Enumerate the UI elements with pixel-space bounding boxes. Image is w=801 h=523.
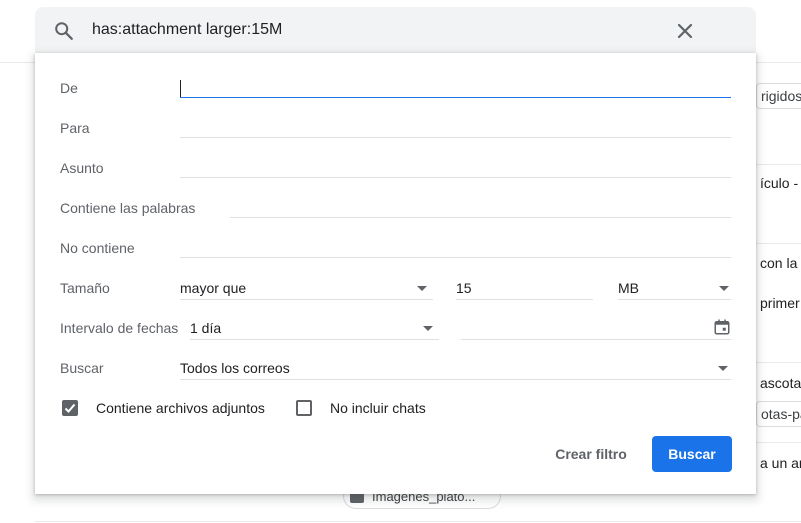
subject-field[interactable] xyxy=(180,157,731,178)
divider xyxy=(35,521,801,522)
search-in-label: Buscar xyxy=(60,360,104,376)
create-filter-button[interactable]: Crear filtro xyxy=(540,436,642,472)
date-range-label: Intervalo de fechas xyxy=(60,320,179,336)
list-snippet[interactable]: con la xyxy=(760,255,797,271)
list-snippet[interactable]: otas-pai xyxy=(756,401,801,427)
calendar-icon[interactable] xyxy=(713,318,731,336)
has-words-field[interactable] xyxy=(230,197,731,218)
search-button[interactable]: Buscar xyxy=(652,436,732,472)
list-snippet[interactable]: a un art xyxy=(760,455,801,471)
close-icon[interactable] xyxy=(673,19,697,43)
date-range-value: 1 día xyxy=(190,320,222,336)
size-value-input[interactable]: 15 xyxy=(456,278,593,300)
list-snippet[interactable]: ascotas xyxy=(760,375,801,391)
search-bar: has:attachment larger:15M xyxy=(35,7,756,55)
size-unit-select[interactable]: MB xyxy=(618,278,731,300)
to-field[interactable] xyxy=(180,117,731,138)
advanced-search-panel: De Para Asunto Contiene las palabras No … xyxy=(35,53,756,494)
dropdown-arrow-icon xyxy=(719,286,729,291)
search-in-select[interactable]: Todos los correos xyxy=(180,358,731,380)
search-input[interactable]: has:attachment larger:15M xyxy=(92,21,282,39)
size-unit-value: MB xyxy=(618,280,639,296)
to-label: Para xyxy=(60,120,90,136)
has-words-label: Contiene las palabras xyxy=(60,200,196,216)
divider xyxy=(756,243,801,244)
dropdown-arrow-icon xyxy=(417,286,427,291)
exclude-chats-label: No incluir chats xyxy=(330,400,426,416)
from-field[interactable] xyxy=(180,77,731,98)
from-label: De xyxy=(60,80,78,96)
divider xyxy=(756,164,801,165)
exclude-chats-checkbox[interactable] xyxy=(296,400,312,416)
subject-label: Asunto xyxy=(60,160,104,176)
search-in-value: Todos los correos xyxy=(180,360,290,376)
has-attachment-checkbox[interactable] xyxy=(62,400,78,416)
size-operator-select[interactable]: mayor que xyxy=(180,278,433,300)
date-range-select[interactable]: 1 día xyxy=(190,318,439,340)
doesnt-have-field[interactable] xyxy=(180,237,731,258)
list-snippet[interactable]: primer xyxy=(760,295,800,311)
dropdown-arrow-icon xyxy=(718,366,728,371)
size-value: 15 xyxy=(456,280,472,296)
size-operator-value: mayor que xyxy=(180,280,247,296)
list-snippet[interactable]: ículo - P xyxy=(760,175,801,191)
search-icon[interactable] xyxy=(53,20,75,42)
list-snippet[interactable]: rigidos xyxy=(756,83,801,109)
dropdown-arrow-icon xyxy=(423,326,433,331)
date-input[interactable] xyxy=(461,318,731,340)
has-attachment-label: Contiene archivos adjuntos xyxy=(96,400,265,416)
divider xyxy=(756,442,801,443)
size-label: Tamaño xyxy=(60,280,110,296)
text-caret xyxy=(180,80,181,97)
checkmark-icon xyxy=(64,403,76,413)
doesnt-have-label: No contiene xyxy=(60,240,135,256)
divider xyxy=(756,362,801,363)
